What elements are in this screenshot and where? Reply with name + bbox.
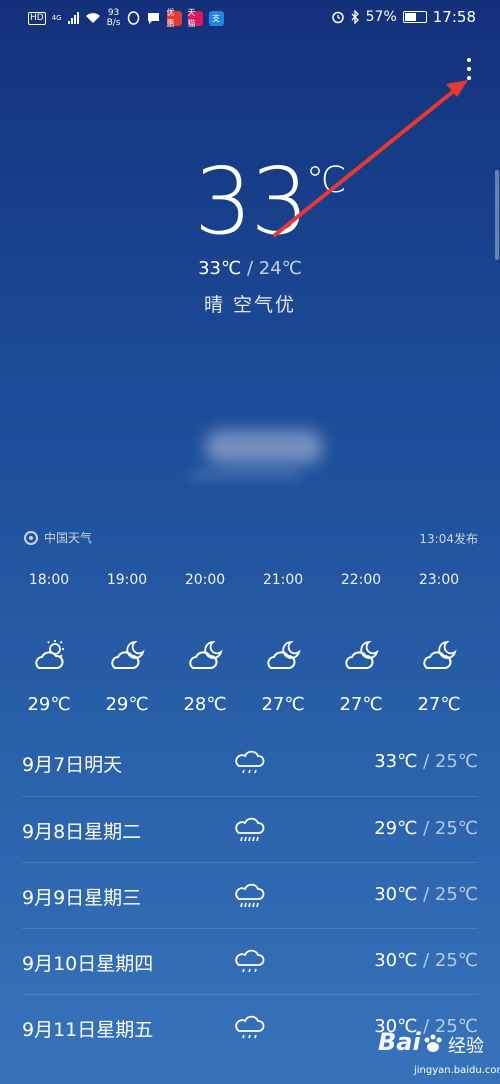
more-dot-icon <box>467 76 471 80</box>
temperature-unit: ℃ <box>306 160 347 201</box>
hour-time: 19:00 <box>106 572 148 588</box>
alarm-icon <box>331 11 344 24</box>
day-separator: / <box>417 950 435 971</box>
day-date: 9月11日星期五 <box>22 1019 154 1041</box>
hd-indicator: HD <box>28 11 46 25</box>
message-icon <box>147 13 159 24</box>
hour-temp: 27℃ <box>339 694 383 715</box>
app-badge-tmall: 天猫 <box>187 8 203 28</box>
night-cloudy-icon <box>423 641 457 669</box>
night-cloudy-icon <box>111 641 145 669</box>
hour-time: 20:00 <box>184 572 226 588</box>
day-temp-range: 29℃ / 25℃ <box>374 818 478 839</box>
hour-time: 18:00 <box>28 572 70 588</box>
location-subtitle-blurred <box>190 470 300 480</box>
current-temperature: 33 <box>194 148 309 255</box>
day-date: 9月7日明天 <box>22 754 123 776</box>
today-temperature-range: 33℃ / 24℃ <box>0 258 500 279</box>
light-rain-icon <box>235 1015 265 1039</box>
daily-row[interactable]: 9月10日星期四 30℃ / 25℃ <box>22 928 478 995</box>
day-separator: / <box>417 818 435 839</box>
range-separator: / <box>241 258 259 279</box>
day-low: 25℃ <box>434 950 478 971</box>
publish-time: 13:04发布 <box>419 532 478 546</box>
hour-time: 21:00 <box>262 572 304 588</box>
day-date: 9月9日星期三 <box>22 887 142 909</box>
hour-temp: 27℃ <box>417 694 461 715</box>
status-bar-right: 57% 17:58 <box>331 8 476 26</box>
today-high: 33℃ <box>198 258 242 279</box>
day-high: 30℃ <box>374 950 418 971</box>
day-low: 25℃ <box>434 818 478 839</box>
day-high: 33℃ <box>374 751 418 772</box>
light-rain-icon <box>235 750 265 774</box>
today-low: 24℃ <box>258 258 302 279</box>
more-dot-icon <box>467 58 471 62</box>
china-weather-logo-icon <box>24 530 38 545</box>
night-cloudy-icon <box>189 641 223 669</box>
day-temp-range: 30℃ / 25℃ <box>374 950 478 971</box>
network-type: 4G <box>51 14 62 22</box>
day-date: 9月8日星期二 <box>22 821 142 843</box>
day-date: 9月10日星期四 <box>22 953 154 975</box>
night-cloudy-icon <box>267 641 301 669</box>
day-high: 29℃ <box>374 818 418 839</box>
status-bar-left: HD 4G 93 B/s 优惠 天猫 支 <box>28 8 224 28</box>
app-badge-alipay: 支 <box>208 10 224 26</box>
page-scroll-indicator <box>495 170 499 260</box>
daily-row[interactable]: 9月8日星期二 29℃ / 25℃ <box>22 796 478 863</box>
day-low: 25℃ <box>434 884 478 905</box>
wifi-icon <box>85 13 100 23</box>
sunny-cloudy-icon <box>35 640 64 669</box>
hour-temp: 29℃ <box>27 694 71 715</box>
status-bar: HD 4G 93 B/s 优惠 天猫 支 57% 17:58 <box>0 0 500 34</box>
day-low: 25℃ <box>434 751 478 772</box>
paw-icon <box>424 1034 442 1052</box>
night-cloudy-icon <box>345 641 379 669</box>
clock: 17:58 <box>432 8 476 26</box>
battery-icon <box>402 11 427 23</box>
app-badge-deals: 优惠 <box>166 8 182 28</box>
qq-icon <box>127 10 139 25</box>
speed-value: 93 <box>107 8 120 18</box>
watermark-site: jingyan.baidu.com <box>414 1065 500 1076</box>
day-high: 30℃ <box>374 884 418 905</box>
hourly-forecast[interactable]: 18:00 29℃ 19:00 29℃ 20:00 28℃ 21:00 27℃ … <box>10 560 500 720</box>
day-separator: / <box>417 884 435 905</box>
data-source: 中国天气 <box>24 529 92 546</box>
day-temp-range: 30℃ / 25℃ <box>374 884 478 905</box>
location-blurred[interactable] <box>205 430 323 464</box>
more-dot-icon <box>467 67 471 71</box>
hour-temp: 27℃ <box>261 694 305 715</box>
weather-condition: 晴 空气优 <box>203 294 297 316</box>
watermark-brand-cn: 经验 <box>448 1036 484 1057</box>
day-temp-range: 33℃ / 25℃ <box>374 751 478 772</box>
light-rain-icon <box>235 949 265 973</box>
source-name: 中国天气 <box>44 531 93 545</box>
daily-row[interactable]: 9月9日星期三 30℃ / 25℃ <box>22 862 478 929</box>
network-speed: 93 B/s <box>107 8 121 28</box>
speed-unit: B/s <box>106 18 121 28</box>
battery-percent: 57% <box>365 9 397 25</box>
day-separator: / <box>417 751 435 772</box>
hour-temp: 29℃ <box>105 694 149 715</box>
hour-temp: 28℃ <box>183 694 227 715</box>
heavy-rain-icon <box>235 817 265 842</box>
more-options-button[interactable] <box>458 52 480 86</box>
signal-icon <box>67 12 79 24</box>
battery-fill <box>404 13 416 21</box>
heavy-rain-icon <box>235 883 265 908</box>
bluetooth-icon <box>351 10 359 24</box>
daily-row[interactable]: 9月7日明天 33℃ / 25℃ <box>22 730 478 796</box>
hour-time: 23:00 <box>418 572 460 588</box>
watermark-brand: Bai <box>378 1028 421 1056</box>
baidu-jingyan-watermark: Bai 经验 jingyan.baidu.com <box>378 1028 500 1078</box>
hour-time: 22:00 <box>340 572 382 588</box>
